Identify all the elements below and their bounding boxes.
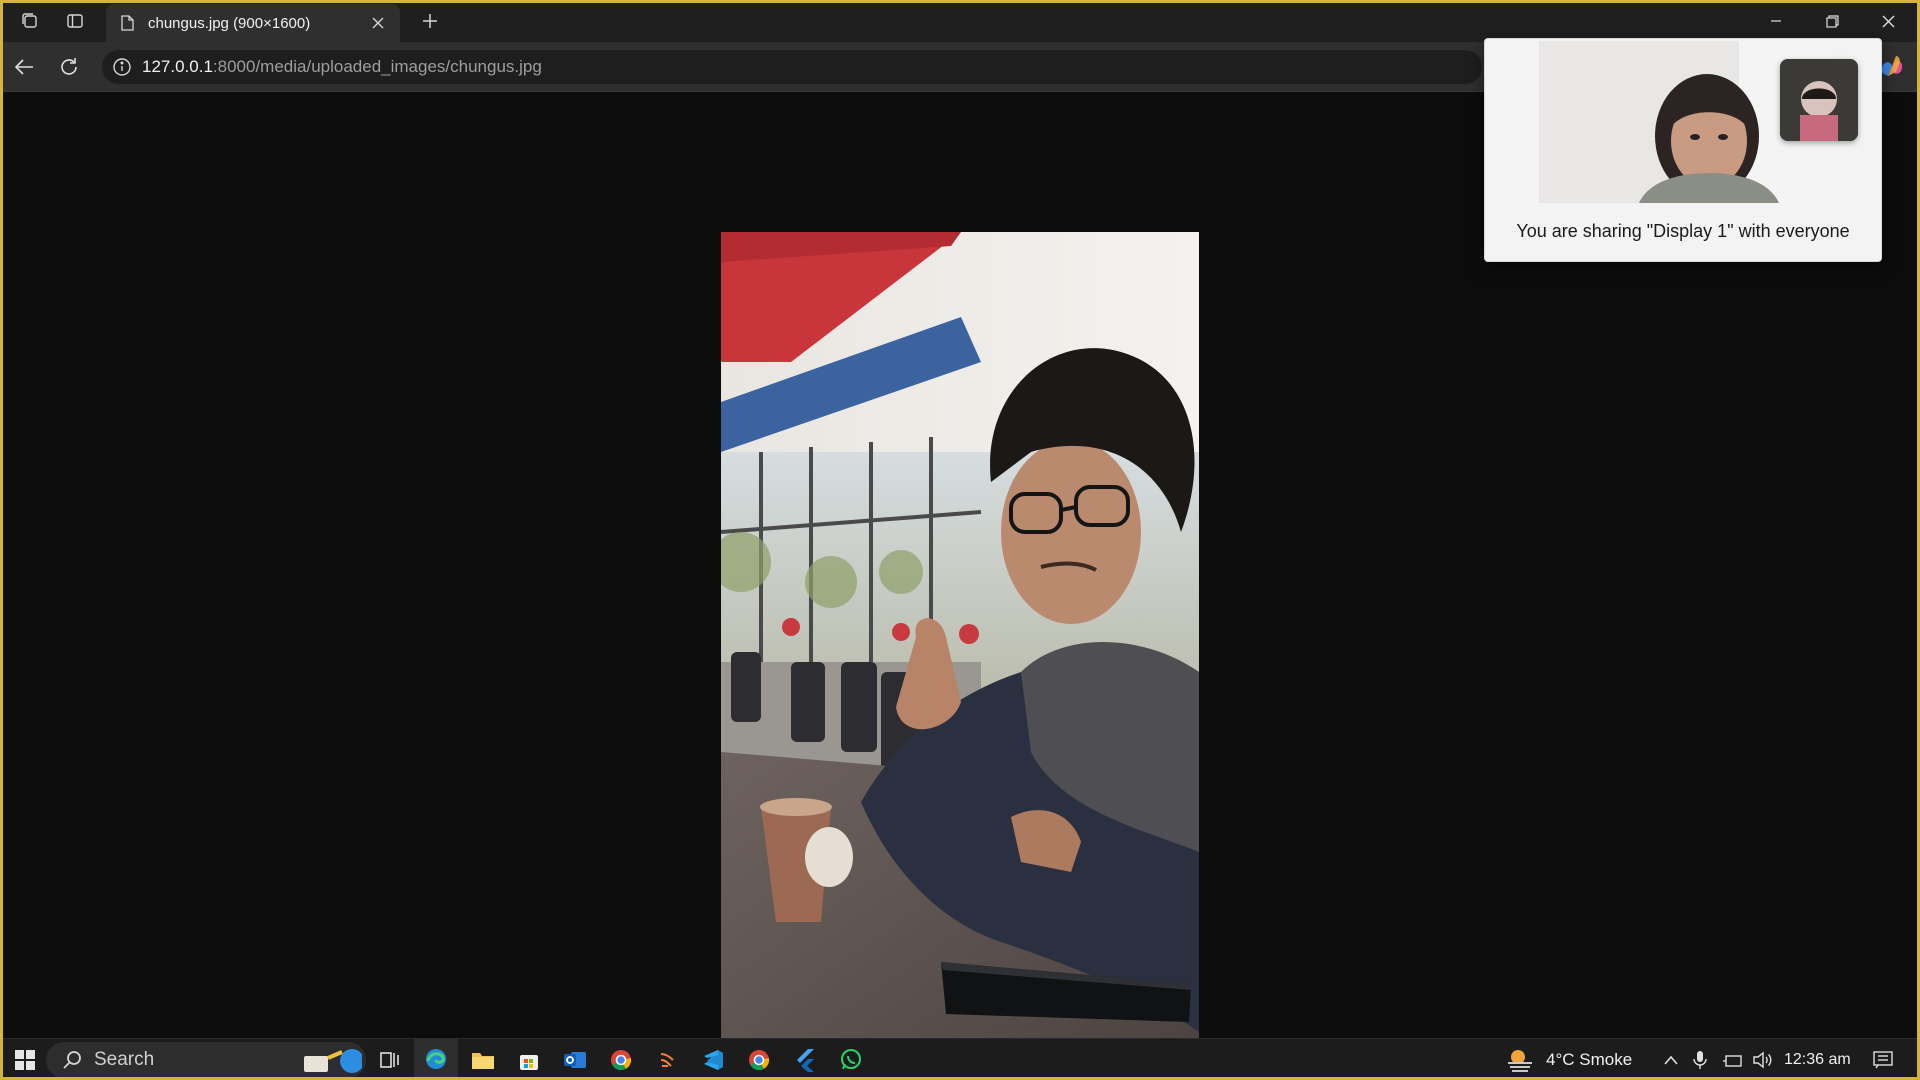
search-highlight-icon (300, 1046, 364, 1076)
volume-icon[interactable] (1748, 1039, 1776, 1080)
file-explorer-icon[interactable] (461, 1039, 505, 1080)
notifications-icon[interactable] (1866, 1039, 1900, 1080)
taskbar-search[interactable]: Search (46, 1042, 366, 1078)
windows-start-icon[interactable] (6, 1039, 44, 1080)
restore-icon[interactable] (1804, 0, 1860, 42)
flutter-icon[interactable] (783, 1039, 827, 1080)
vertical-tabs-icon[interactable] (55, 1, 95, 41)
weather-text[interactable]: 4°C Smoke (1546, 1039, 1632, 1080)
search-icon (63, 1051, 81, 1069)
clock[interactable]: 12:36 am (1784, 1039, 1851, 1080)
page-icon (121, 15, 134, 31)
task-view-icon[interactable] (368, 1039, 412, 1080)
tab-active[interactable]: chungus.jpg (900×1600) (106, 4, 400, 42)
microphone-icon[interactable] (1688, 1039, 1712, 1080)
chrome-icon-2[interactable] (737, 1039, 781, 1080)
search-label: Search (94, 1049, 155, 1070)
url-text: 127.0.0.1:8000/media/uploaded_images/chu… (142, 57, 542, 76)
chrome-icon[interactable] (599, 1039, 643, 1080)
git-icon[interactable] (645, 1039, 689, 1080)
network-icon[interactable] (1718, 1039, 1746, 1080)
vscode-icon[interactable] (691, 1039, 735, 1080)
self-view-thumbnail[interactable] (1780, 59, 1858, 141)
minimize-icon[interactable] (1748, 0, 1804, 42)
close-tab-icon[interactable] (368, 13, 388, 33)
browser-titlebar: chungus.jpg (900×1600) (0, 0, 1920, 42)
info-icon[interactable] (112, 57, 132, 77)
copilot-icon[interactable] (1878, 54, 1906, 82)
chevron-up-icon[interactable] (1658, 1039, 1684, 1080)
screen-share-popup: You are sharing "Display 1" with everyon… (1484, 38, 1882, 262)
edge-icon[interactable] (414, 1039, 458, 1080)
whatsapp-icon[interactable] (829, 1039, 873, 1080)
workspaces-icon[interactable] (10, 1, 50, 41)
tab-title: chungus.jpg (900×1600) (148, 14, 311, 32)
store-icon[interactable] (507, 1039, 551, 1080)
refresh-icon[interactable] (51, 50, 87, 84)
address-bar[interactable]: 127.0.0.1:8000/media/uploaded_images/chu… (102, 50, 1482, 84)
displayed-photo[interactable] (721, 232, 1199, 1080)
share-status-text: You are sharing "Display 1" with everyon… (1516, 221, 1850, 241)
outlook-icon[interactable] (553, 1039, 597, 1080)
new-tab-icon[interactable] (414, 6, 446, 36)
weather-icon[interactable] (1504, 1039, 1536, 1080)
taskbar: Search 4°C Smoke 12:36 am (0, 1038, 1920, 1080)
back-icon[interactable] (6, 50, 42, 84)
close-window-icon[interactable] (1860, 0, 1916, 42)
